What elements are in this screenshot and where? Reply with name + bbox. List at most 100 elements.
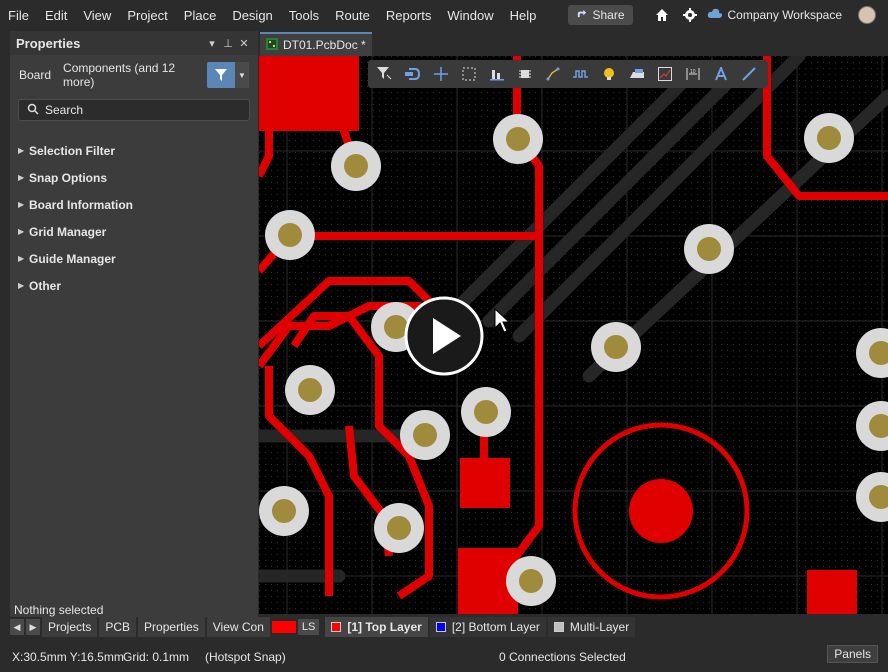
- status-connections: 0 Connections Selected: [499, 650, 626, 664]
- selection-status: Nothing selected: [14, 603, 104, 617]
- layer-set-button[interactable]: LS: [297, 619, 320, 635]
- panel-header: Properties ▾ ⊥ ✕: [10, 31, 258, 55]
- text-icon[interactable]: [708, 63, 734, 85]
- tab-pcb[interactable]: PCB: [99, 617, 137, 637]
- section-label: Guide Manager: [29, 251, 116, 266]
- document-tab[interactable]: DT01.PcbDoc *: [260, 32, 372, 56]
- current-layer-swatch[interactable]: [271, 621, 296, 633]
- scroll-left-icon[interactable]: ◀: [10, 619, 24, 635]
- panel-title: Properties: [16, 35, 81, 51]
- share-label: Share: [592, 8, 625, 22]
- layer-label: [2] Bottom Layer: [451, 620, 540, 634]
- active-bar-toolbar: 10: [368, 60, 768, 88]
- filter-button[interactable]: ▼: [207, 62, 249, 88]
- share-button[interactable]: Share: [568, 5, 633, 25]
- tab-projects[interactable]: Projects: [42, 617, 98, 637]
- layer-label: [1] Top Layer: [347, 620, 422, 634]
- pcb-doc-icon: [266, 37, 278, 53]
- status-grid: Grid: 0.1mm: [123, 650, 190, 664]
- bottom-tab-strip: ◀ ▶ Projects PCB Properties View Con LS …: [10, 617, 888, 637]
- filter-select-icon[interactable]: [372, 63, 398, 85]
- layer-color-swatch: [553, 622, 564, 632]
- via-icon[interactable]: [596, 63, 622, 85]
- filter-components[interactable]: Components (and 12 more): [63, 61, 195, 89]
- menu-place[interactable]: Place: [176, 0, 225, 30]
- workspace-label: Company Workspace: [727, 8, 843, 22]
- menu-edit[interactable]: Edit: [37, 0, 75, 30]
- section-label: Other: [29, 278, 62, 293]
- layer-color-swatch: [435, 622, 446, 632]
- graph-icon[interactable]: [652, 63, 678, 85]
- search-icon: [27, 103, 39, 118]
- workspace-selector[interactable]: Company Workspace: [707, 8, 843, 22]
- panel-menu-icon[interactable]: ▾: [204, 37, 220, 50]
- dimension-icon[interactable]: 10: [680, 63, 706, 85]
- section-grid-manager[interactable]: ▶ Grid Manager: [10, 218, 258, 245]
- section-guide-manager[interactable]: ▶ Guide Manager: [10, 245, 258, 272]
- property-sections: ▶ Selection Filter ▶ Snap Options ▶ Board I…: [10, 137, 258, 299]
- layer-tab-bottom[interactable]: [2] Bottom Layer: [429, 617, 546, 637]
- layer-tab-multi[interactable]: Multi-Layer: [547, 617, 636, 637]
- menu-design[interactable]: Design: [224, 0, 280, 30]
- header-actions: Share Company Workspace: [568, 0, 888, 30]
- tab-view-configuration[interactable]: View Con: [206, 617, 270, 637]
- status-coords: X:30.5mm Y:16.5mm: [12, 650, 124, 664]
- route-icon[interactable]: [540, 63, 566, 85]
- menu-help[interactable]: Help: [502, 0, 545, 30]
- status-bar: X:30.5mm Y:16.5mm Grid: 0.1mm (Hotspot S…: [0, 641, 888, 672]
- expand-arrow-icon: ▶: [18, 200, 25, 209]
- menu-window[interactable]: Window: [439, 0, 501, 30]
- menu-route[interactable]: Route: [327, 0, 378, 30]
- filter-row: Board Components (and 12 more) ▼: [10, 55, 258, 95]
- interactive-routing-icon[interactable]: [400, 63, 426, 85]
- close-icon[interactable]: ✕: [236, 37, 252, 50]
- section-selection-filter[interactable]: ▶ Selection Filter: [10, 137, 258, 164]
- expand-arrow-icon: ▶: [18, 254, 25, 263]
- avatar[interactable]: [858, 6, 876, 24]
- layer-color-swatch: [331, 622, 342, 632]
- pcb-drawing: [259, 56, 888, 614]
- home-icon[interactable]: [651, 4, 673, 26]
- pcb-canvas[interactable]: [259, 56, 888, 614]
- properties-panel: Properties ▾ ⊥ ✕ Board Components (and 1…: [10, 31, 258, 618]
- tab-properties[interactable]: Properties: [138, 617, 205, 637]
- pin-icon[interactable]: ⊥: [220, 37, 236, 50]
- status-snap: (Hotspot Snap): [205, 650, 286, 664]
- search-field[interactable]: [18, 99, 250, 121]
- expand-arrow-icon: ▶: [18, 173, 25, 182]
- share-icon: [576, 8, 587, 22]
- menu-reports[interactable]: Reports: [378, 0, 440, 30]
- expand-arrow-icon: ▶: [18, 227, 25, 236]
- expand-arrow-icon: ▶: [18, 146, 25, 155]
- scroll-right-icon[interactable]: ▶: [26, 619, 40, 635]
- section-label: Selection Filter: [29, 143, 116, 158]
- play-icon[interactable]: [404, 296, 484, 376]
- menu-file[interactable]: File: [0, 0, 37, 30]
- align-icon[interactable]: [484, 63, 510, 85]
- line-icon[interactable]: [736, 63, 762, 85]
- gear-icon[interactable]: [679, 4, 701, 26]
- menu-project[interactable]: Project: [119, 0, 175, 30]
- section-label: Board Information: [29, 197, 133, 212]
- chevron-down-icon[interactable]: ▼: [235, 62, 249, 88]
- document-tab-label: DT01.PcbDoc *: [283, 38, 366, 52]
- section-snap-options[interactable]: ▶ Snap Options: [10, 164, 258, 191]
- filter-board[interactable]: Board: [19, 68, 51, 82]
- menu-tools[interactable]: Tools: [281, 0, 327, 30]
- section-board-information[interactable]: ▶ Board Information: [10, 191, 258, 218]
- section-other[interactable]: ▶ Other: [10, 272, 258, 299]
- select-rectangle-icon[interactable]: [456, 63, 482, 85]
- svg-text:10: 10: [690, 69, 696, 75]
- search-input[interactable]: [45, 103, 235, 117]
- layer-tab-top[interactable]: [1] Top Layer: [325, 617, 428, 637]
- panels-button[interactable]: Panels: [827, 645, 878, 663]
- menu-view[interactable]: View: [75, 0, 119, 30]
- section-label: Grid Manager: [29, 224, 107, 239]
- polygon-icon[interactable]: [624, 63, 650, 85]
- expand-arrow-icon: ▶: [18, 281, 25, 290]
- layer-label: Multi-Layer: [569, 620, 630, 634]
- tune-length-icon[interactable]: [568, 63, 594, 85]
- component-icon[interactable]: [512, 63, 538, 85]
- filter-icon: [207, 62, 235, 88]
- crosshair-icon[interactable]: [428, 63, 454, 85]
